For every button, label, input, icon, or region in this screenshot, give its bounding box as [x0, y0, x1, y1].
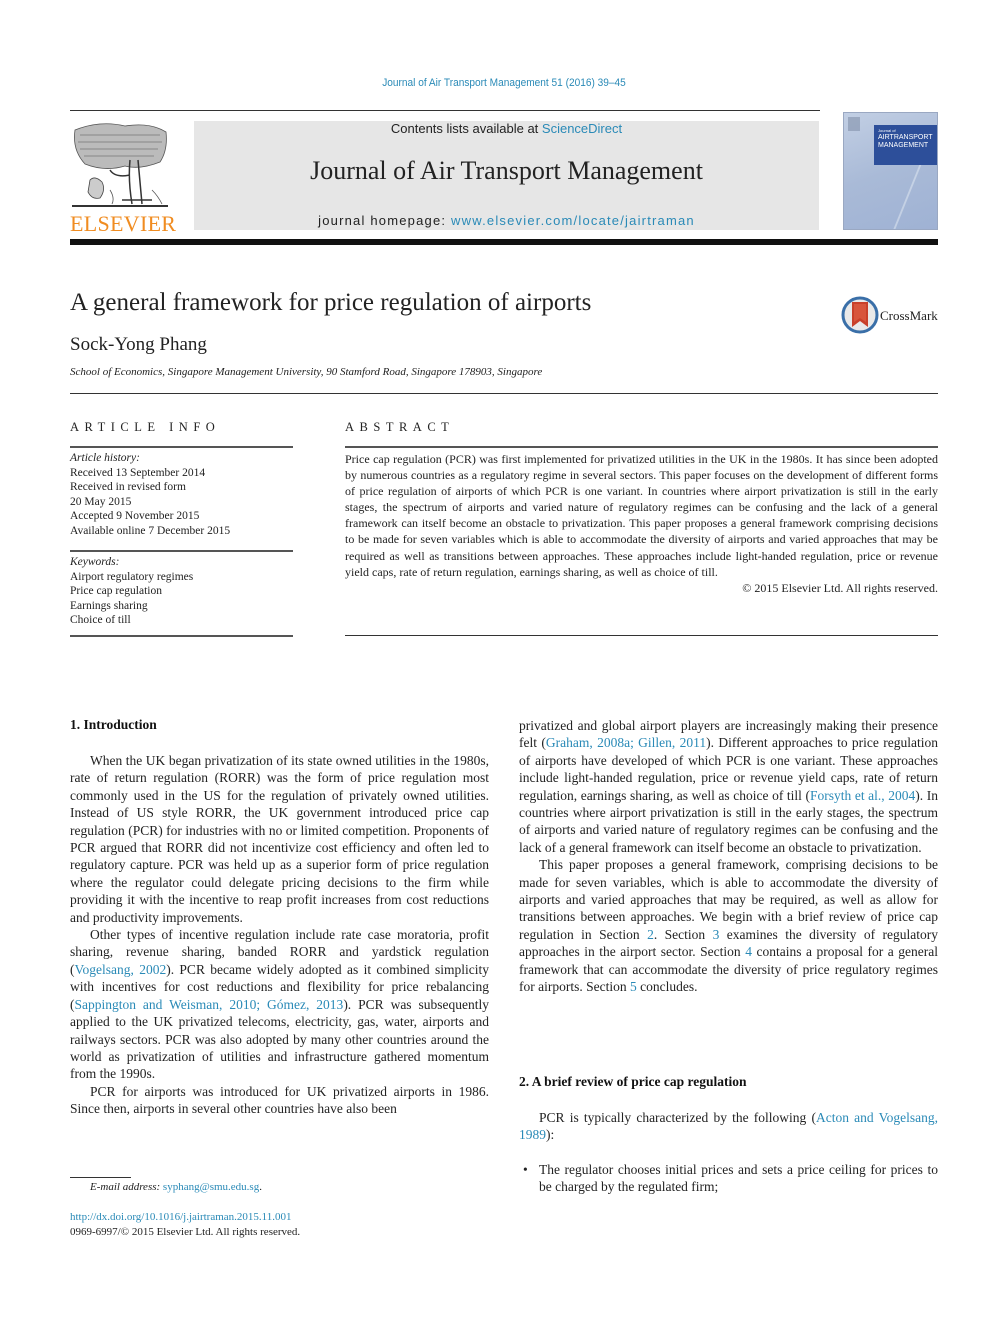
left-column: When the UK began privatization of its s…	[70, 752, 489, 1118]
top-rule	[70, 110, 820, 111]
history-item: Received in revised form	[70, 481, 186, 493]
article-history: Article history: Received 13 September 2…	[70, 451, 293, 538]
abstract-heading: ABSTRACT	[345, 420, 455, 434]
homepage-link[interactable]: www.elsevier.com/locate/jairtraman	[451, 213, 695, 228]
article-info-heading: ARTICLE INFO	[70, 420, 221, 434]
running-head[interactable]: Journal of Air Transport Management 51 (…	[40, 77, 967, 89]
masthead-thick-rule	[70, 239, 938, 245]
section-link[interactable]: 5	[630, 979, 637, 994]
paragraph: Other types of incentive regulation incl…	[70, 927, 489, 1082]
citation-link[interactable]: Vogelsang, 2002	[75, 962, 167, 977]
contents-line: Contents lists available at ScienceDirec…	[194, 121, 819, 136]
elsevier-wordmark: ELSEVIER	[70, 211, 177, 236]
running-head-link[interactable]: Journal of Air Transport Management 51 (…	[382, 77, 626, 89]
keywords-rule	[70, 550, 293, 552]
crossmark-label[interactable]: CrossMark	[880, 308, 938, 324]
section-link[interactable]: 2	[647, 927, 654, 942]
keyword-item: Choice of till	[70, 614, 131, 626]
abstract-copyright: © 2015 Elsevier Ltd. All rights reserved…	[742, 580, 938, 595]
paragraph: PCR for airports was introduced for UK p…	[70, 1083, 489, 1117]
cover-title-band: Journal of AIRTRANSPORT MANAGEMENT	[874, 125, 937, 165]
section-1-heading: 1. Introduction	[70, 717, 157, 732]
history-item: Received 13 September 2014	[70, 466, 206, 479]
author-affiliation: School of Economics, Singapore Managemen…	[70, 366, 543, 378]
keyword-item: Price cap regulation	[70, 585, 162, 597]
keyword-item: Airport regulatory regimes	[70, 570, 194, 583]
section-2-body: PCR is typically characterized by the fo…	[519, 1109, 938, 1196]
keywords: Keywords: Airport regulatory regimes Pri…	[70, 555, 293, 628]
homepage-prefix: journal homepage:	[318, 213, 452, 228]
abstract-text: Price cap regulation (PCR) was first imp…	[345, 452, 938, 579]
cover-emblem	[848, 117, 860, 131]
article-info-bottom-rule	[70, 635, 293, 637]
paragraph: privatized and global airport players ar…	[519, 718, 939, 855]
email-label: E-mail address:	[90, 1181, 163, 1193]
keyword-item: Earnings sharing	[70, 599, 148, 612]
cover-line2: MANAGEMENT	[878, 142, 929, 149]
bullet-item: • The regulator chooses initial prices a…	[519, 1161, 938, 1196]
right-column: privatized and global airport players ar…	[519, 717, 938, 996]
cover-small-text: Journal of	[878, 128, 896, 133]
bullet-icon: •	[523, 1161, 528, 1177]
paragraph: This paper proposes a general framework,…	[519, 857, 938, 995]
citation-link[interactable]: Forsyth et al., 2004	[810, 788, 915, 803]
abstract-body: Price cap regulation (PCR) was first imp…	[345, 451, 938, 596]
email-link[interactable]: syphang@smu.edu.sg	[163, 1181, 259, 1193]
history-item: Accepted 9 November 2015	[70, 510, 200, 522]
doi-line: http://dx.doi.org/10.1016/j.jairtraman.2…	[70, 1211, 292, 1223]
contents-prefix: Contents lists available at	[390, 121, 542, 136]
history-item: Available online 7 December 2015	[70, 524, 231, 537]
history-item: 20 May 2015	[70, 495, 132, 508]
journal-title: Journal of Air Transport Management	[310, 156, 703, 185]
sciencedirect-link[interactable]: ScienceDirect	[542, 121, 622, 136]
paragraph: PCR is typically characterized by the fo…	[519, 1110, 938, 1143]
email-footnote: E-mail address: syphang@smu.edu.sg.	[90, 1181, 262, 1193]
section-2-heading: 2. A brief review of price cap regulatio…	[519, 1074, 747, 1089]
doi-link[interactable]: http://dx.doi.org/10.1016/j.jairtraman.2…	[70, 1211, 292, 1223]
footnote-rule	[70, 1177, 131, 1178]
article-title: A general framework for price regulation…	[70, 289, 592, 316]
journal-cover-thumbnail[interactable]: Journal of AIRTRANSPORT MANAGEMENT	[843, 112, 938, 230]
citation-link[interactable]: Graham, 2008a; Gillen, 2011	[546, 735, 706, 750]
article-history-label: Article history:	[70, 452, 140, 464]
author-name: Sock-Yong Phang	[70, 334, 207, 355]
citation-link[interactable]: Sappington and Weisman, 2010; Gómez, 201…	[75, 997, 344, 1012]
section-link[interactable]: 4	[745, 944, 752, 959]
abstract-rule	[345, 446, 938, 448]
bullet-text: The regulator chooses initial prices and…	[539, 1161, 938, 1195]
homepage-line: journal homepage: www.elsevier.com/locat…	[194, 213, 819, 228]
crossmark-icon	[841, 296, 879, 334]
title-block-rule	[70, 393, 938, 394]
cover-line1: AIRTRANSPORT	[878, 134, 933, 141]
keywords-label: Keywords:	[70, 556, 120, 568]
paragraph: When the UK began privatization of its s…	[70, 753, 489, 925]
article-info-rule	[70, 446, 293, 448]
issn-copyright: 0969-6997/© 2015 Elsevier Ltd. All right…	[70, 1226, 301, 1238]
abstract-bottom-rule	[345, 635, 938, 636]
